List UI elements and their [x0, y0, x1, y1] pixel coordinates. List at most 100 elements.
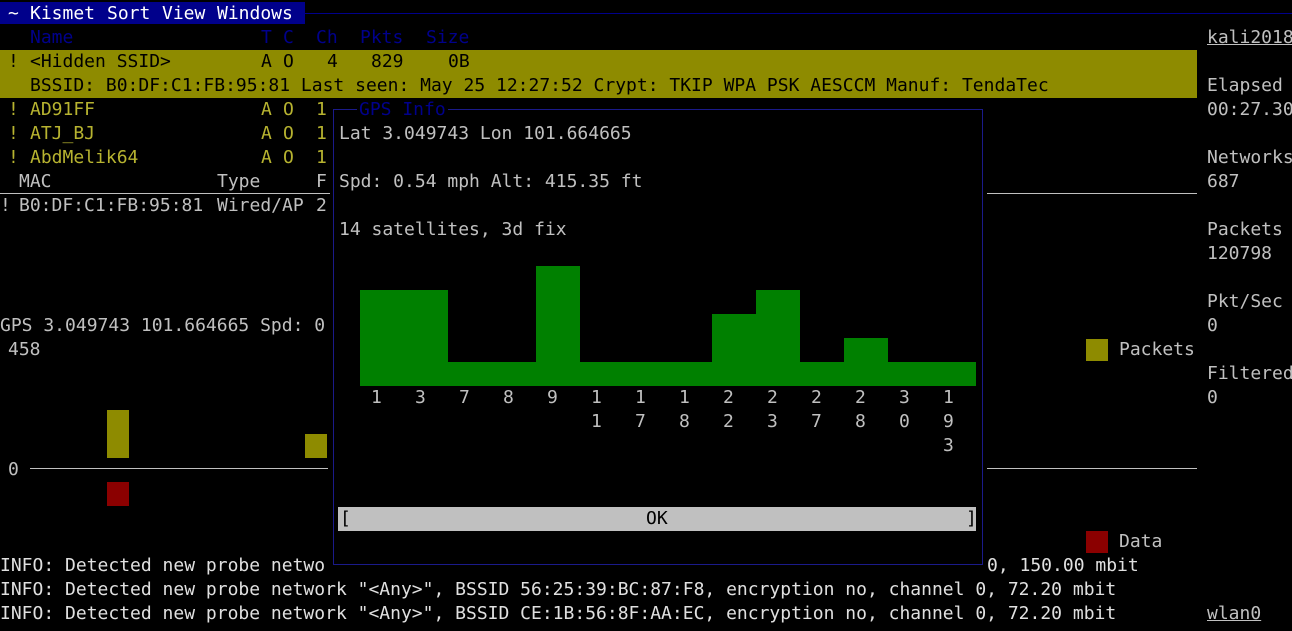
network-detail: BSSID: B0:DF:C1:FB:95:81 Last seen: May … — [30, 75, 1049, 96]
client-row-flag: ! — [0, 195, 11, 216]
network-size: 0B — [448, 51, 470, 72]
client-header-divider-right — [987, 193, 1197, 194]
satellite-label: 3 — [899, 387, 910, 408]
network-row-crypt: O — [283, 147, 294, 168]
satellite-bar — [932, 362, 976, 386]
satellite-label: 7 — [635, 411, 646, 432]
legend-packets-label: Packets — [1119, 339, 1195, 360]
network-name: <Hidden SSID> — [30, 51, 171, 72]
client-header-mac[interactable]: MAC — [19, 170, 52, 194]
satellite-label: 2 — [855, 387, 866, 408]
satellite-bar — [844, 338, 888, 386]
network-row-type: A — [261, 99, 272, 120]
network-row-channel: 1 — [316, 123, 327, 144]
network-packets: 829 — [371, 51, 404, 72]
network-row-type: A — [261, 123, 272, 144]
satellite-bar — [448, 362, 492, 386]
graph-baseline-right — [987, 468, 1197, 469]
sidebar-elapsed-label: Elapsed — [1207, 75, 1283, 96]
ok-bracket-right: ] — [966, 508, 977, 529]
satellite-label: 8 — [679, 411, 690, 432]
satellite-label: 2 — [723, 411, 734, 432]
graph-packets-bar — [305, 434, 327, 458]
satellite-bar — [888, 362, 932, 386]
network-row-channel: 1 — [316, 99, 327, 120]
satellite-bar — [624, 362, 668, 386]
satellite-label: 3 — [415, 387, 426, 408]
log-line-tail: 0, 150.00 mbit — [987, 555, 1139, 576]
network-row-crypt: O — [283, 123, 294, 144]
menu-sort[interactable]: Sort — [107, 2, 150, 26]
satellite-bar — [800, 362, 844, 386]
satellite-bar — [668, 362, 712, 386]
menu-kismet[interactable]: Kismet — [30, 2, 95, 26]
satellite-label: 1 — [371, 387, 382, 408]
satellite-label: 2 — [811, 387, 822, 408]
satellite-label: 1 — [679, 387, 690, 408]
satellite-bar — [580, 362, 624, 386]
network-row-flag: ! — [8, 123, 19, 144]
col-header-pkts[interactable]: Pkts — [360, 26, 403, 50]
legend-packets-swatch — [1086, 339, 1108, 361]
ok-label[interactable]: OK — [646, 507, 668, 531]
satellite-label: 1 — [943, 387, 954, 408]
satellite-label: 3 — [943, 435, 954, 456]
satellite-bar — [404, 290, 448, 386]
sidebar-pktsec-value: 0 — [1207, 315, 1218, 336]
client-header-f[interactable]: F — [316, 170, 327, 194]
network-row-name[interactable]: AbdMelik64 — [30, 146, 138, 170]
sidebar-filtered-value: 0 — [1207, 387, 1218, 408]
client-row-type: Wired/AP — [217, 195, 304, 216]
sidebar-elapsed-value: 00:27.30 — [1207, 99, 1292, 120]
sidebar-filtered-label: Filtered — [1207, 363, 1292, 384]
gps-satellites: 14 satellites, 3d fix — [339, 219, 567, 240]
satellite-bar — [360, 290, 404, 386]
graph-data-bar — [107, 482, 129, 506]
network-row-name[interactable]: AD91FF — [30, 98, 95, 122]
network-row-flag: ! — [8, 99, 19, 120]
satellite-label: 7 — [811, 411, 822, 432]
satellite-label: 3 — [767, 411, 778, 432]
ok-bracket-left: [ — [340, 508, 351, 529]
network-flag: ! — [8, 51, 19, 72]
satellite-label: 2 — [723, 387, 734, 408]
ok-button[interactable]: [ OK ] — [338, 507, 977, 531]
log-line: INFO: Detected new probe network "<Any>"… — [0, 603, 1117, 624]
menu-tilde[interactable]: ~ — [8, 2, 19, 26]
menu-windows[interactable]: Windows — [217, 2, 293, 26]
legend-data-label: Data — [1119, 531, 1163, 552]
satellite-bar — [492, 362, 536, 386]
network-row-flag: ! — [8, 147, 19, 168]
network-row-channel: 1 — [316, 147, 327, 168]
gps-speed-alt: Spd: 0.54 mph Alt: 415.35 ft — [339, 171, 643, 192]
sidebar-host: kali2018 — [1207, 27, 1292, 48]
network-row-name[interactable]: ATJ_BJ — [30, 122, 95, 146]
client-row-mac[interactable]: B0:DF:C1:FB:95:81 — [19, 194, 203, 218]
col-header-t[interactable]: T — [261, 26, 272, 50]
client-row-f: 2 — [316, 195, 327, 216]
sidebar-packets-label: Packets — [1207, 219, 1283, 240]
log-line: INFO: Detected new probe netwo — [0, 555, 326, 576]
satellite-label: 1 — [591, 411, 602, 432]
satellite-label: 1 — [591, 387, 602, 408]
legend-data-swatch — [1086, 531, 1108, 553]
col-header-size[interactable]: Size — [426, 26, 469, 50]
graph-baseline — [30, 468, 328, 469]
satellite-label: 8 — [503, 387, 514, 408]
sidebar-networks-label: Networks — [1207, 147, 1292, 168]
client-header-type[interactable]: Type — [217, 170, 260, 194]
network-row-type: A — [261, 147, 272, 168]
network-type: A — [261, 51, 272, 72]
col-header-name[interactable]: Name — [30, 26, 73, 50]
col-header-ch[interactable]: Ch — [316, 26, 338, 50]
col-header-c[interactable]: C — [283, 26, 294, 50]
graph-max-value: 458 — [8, 339, 41, 360]
satellite-label: 2 — [767, 387, 778, 408]
gps-lat-lon: Lat 3.049743 Lon 101.664665 — [339, 123, 632, 144]
log-line: INFO: Detected new probe network "<Any>"… — [0, 579, 1117, 600]
menu-view[interactable]: View — [162, 2, 205, 26]
satellite-bar — [536, 266, 580, 386]
satellite-label: 0 — [899, 411, 910, 432]
satellite-bar — [756, 290, 800, 386]
graph-zero-label: 0 — [8, 459, 19, 480]
